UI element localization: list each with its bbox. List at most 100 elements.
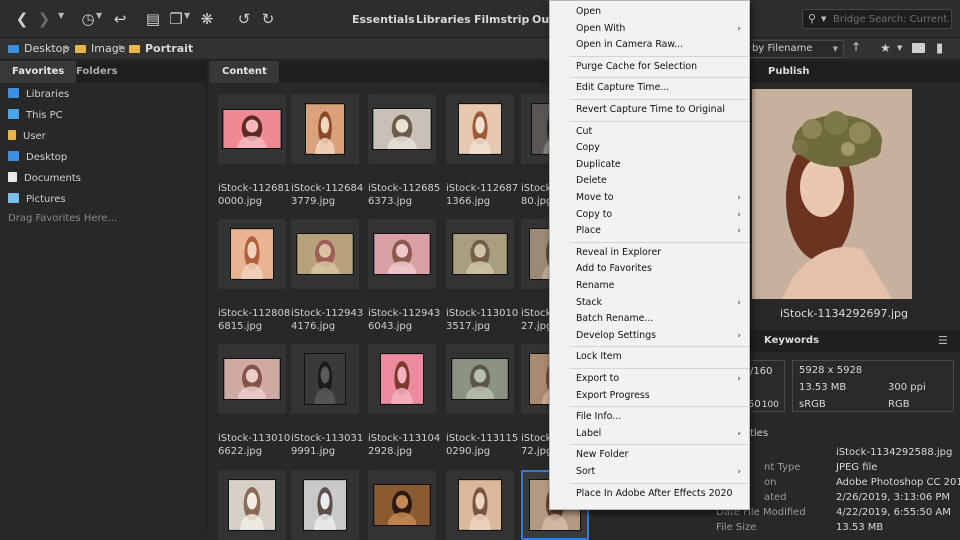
thumbnail-cell[interactable] <box>368 344 436 414</box>
thumbnail-cell[interactable] <box>368 219 436 289</box>
clock-icon[interactable]: ◷ <box>78 9 98 29</box>
recent-files-chevron-icon[interactable]: ▼ <box>96 11 102 20</box>
menu-item-move-to[interactable]: Move to › <box>550 190 749 206</box>
thumbnail-caption[interactable]: iStock-1130103517.jpg <box>446 307 524 333</box>
menu-item-place[interactable]: Place › <box>550 223 749 239</box>
thumbnail-cell[interactable] <box>291 94 359 164</box>
chevron-down-icon[interactable]: ▼ <box>897 44 902 52</box>
thumbnail-caption[interactable]: iStock-1131150290.jpg <box>446 432 524 458</box>
thumbnail-caption[interactable]: iStock-1130319991.jpg <box>291 432 369 458</box>
tab-folders[interactable]: Folders <box>64 61 130 83</box>
menu-item-open[interactable]: Open <box>550 4 749 20</box>
thumbnail-cell[interactable] <box>446 344 514 414</box>
search-field[interactable]: ⚲ ▼ <box>802 9 952 29</box>
thumbnail-cell[interactable] <box>446 94 514 164</box>
breadcrumb-portrait[interactable]: Portrait <box>129 41 193 57</box>
color-profile: sRGB <box>799 399 826 410</box>
camera-raw-icon[interactable]: ❋ <box>197 9 217 29</box>
menu-item-revert-capture-time-to-original[interactable]: Revert Capture Time to Original <box>550 102 749 118</box>
boomerang-icon[interactable]: ↩ <box>110 9 130 29</box>
breadcrumb-separator-icon[interactable]: ▸ <box>119 42 124 53</box>
refine-icon[interactable]: ❐ <box>166 9 186 29</box>
sort-direction-icon[interactable]: ↑ <box>851 40 861 54</box>
thumbnail-caption[interactable]: iStock-1126856373.jpg <box>368 182 446 208</box>
thumbnail-cell[interactable] <box>446 219 514 289</box>
rotate-right-icon[interactable]: ↻ <box>258 9 278 29</box>
menu-item-file-info[interactable]: File Info... <box>550 409 749 425</box>
sort-dropdown[interactable]: by Filename ▼ <box>746 40 844 58</box>
menu-item-purge-cache-for-selection[interactable]: Purge Cache for Selection <box>550 59 749 75</box>
menu-item-sort[interactable]: Sort › <box>550 464 749 480</box>
rotate-left-icon[interactable]: ↺ <box>234 9 254 29</box>
favorite-desktop[interactable]: Desktop <box>8 150 67 166</box>
thumbnail-cell[interactable] <box>446 470 514 540</box>
menu-item-edit-capture-time[interactable]: Edit Capture Time... <box>550 80 749 96</box>
thumbnail-cell[interactable] <box>368 94 436 164</box>
thumbnail-cell[interactable] <box>218 219 286 289</box>
workspace-tab-essentials[interactable]: Essentials <box>347 10 420 29</box>
menu-item-open-with[interactable]: Open With › <box>550 21 749 37</box>
menu-item-reveal-in-explorer[interactable]: Reveal in Explorer <box>550 245 749 261</box>
favorite-libraries[interactable]: Libraries <box>8 87 69 103</box>
thumbnail-caption[interactable]: iStock-1129434176.jpg <box>291 307 369 333</box>
thumbnail-cell[interactable] <box>218 94 286 164</box>
menu-item-copy[interactable]: Copy <box>550 140 749 156</box>
resolution: 300 ppi <box>888 382 926 393</box>
trash-icon[interactable]: ▮ <box>936 41 943 56</box>
panel-menu-icon[interactable]: ☰ <box>938 334 948 347</box>
thumbnail-caption[interactable]: iStock-1126843779.jpg <box>291 182 369 208</box>
preview-image[interactable] <box>752 89 912 299</box>
menu-item-delete[interactable]: Delete <box>550 173 749 189</box>
breadcrumb-desktop[interactable]: Desktop <box>8 41 69 57</box>
recent-folders-chevron-icon[interactable]: ▼ <box>58 11 64 20</box>
tab-keywords[interactable]: Keywords <box>752 330 831 352</box>
menu-item-new-folder[interactable]: New Folder <box>550 447 749 463</box>
menu-item-export-progress[interactable]: Export Progress <box>550 388 749 404</box>
menu-item-place-in-adobe-after-effects-2020[interactable]: Place In Adobe After Effects 2020 <box>550 486 749 502</box>
menu-item-export-to[interactable]: Export to › <box>550 371 749 387</box>
open-recent-icon[interactable]: ★ <box>880 41 891 55</box>
menu-item-lock-item[interactable]: Lock Item <box>550 349 749 365</box>
menu-item-copy-to[interactable]: Copy to › <box>550 207 749 223</box>
menu-item-duplicate[interactable]: Duplicate <box>550 157 749 173</box>
thumbnail-cell[interactable] <box>218 470 286 540</box>
menu-separator <box>570 346 749 348</box>
menu-item-batch-rename[interactable]: Batch Rename... <box>550 311 749 327</box>
thumbnail-caption[interactable]: iStock-1126810000.jpg <box>218 182 296 208</box>
favorite-pictures[interactable]: Pictures <box>8 192 66 208</box>
menu-item-stack[interactable]: Stack › <box>550 295 749 311</box>
new-folder-icon[interactable] <box>912 43 925 53</box>
thumbnail-caption[interactable]: iStock-1126871366.jpg <box>446 182 524 208</box>
search-input[interactable] <box>833 11 949 27</box>
breadcrumb-image[interactable]: Image <box>75 41 125 57</box>
workspace-tab-filmstrip[interactable]: Filmstrip <box>469 10 534 29</box>
search-chevron-icon[interactable]: ▼ <box>821 15 826 23</box>
thumbnail-cell[interactable] <box>291 344 359 414</box>
thumbnail-cell[interactable] <box>368 470 436 540</box>
favorite-this-pc[interactable]: This PC <box>8 108 63 124</box>
thumbnail-cell[interactable] <box>291 219 359 289</box>
camera-icon[interactable]: ▤ <box>143 9 163 29</box>
refine-chevron-icon[interactable]: ▼ <box>184 11 190 20</box>
thumbnail-caption[interactable]: iStock-1130106622.jpg <box>218 432 296 458</box>
favorite-documents[interactable]: Documents <box>8 171 81 187</box>
breadcrumb-separator-icon[interactable]: ▸ <box>65 42 70 53</box>
menu-separator <box>570 120 749 122</box>
menu-item-add-to-favorites[interactable]: Add to Favorites <box>550 261 749 277</box>
menu-item-cut[interactable]: Cut <box>550 124 749 140</box>
tab-content[interactable]: Content <box>210 61 279 83</box>
back-icon[interactable]: ❮ <box>12 9 32 29</box>
favorite-user[interactable]: User <box>8 129 46 145</box>
thumbnail-cell[interactable] <box>218 344 286 414</box>
menu-item-open-in-camera-raw[interactable]: Open in Camera Raw... <box>550 37 749 53</box>
menu-item-develop-settings[interactable]: Develop Settings › <box>550 328 749 344</box>
forward-icon[interactable]: ❯ <box>34 9 54 29</box>
menu-item-rename[interactable]: Rename <box>550 278 749 294</box>
workspace-tab-libraries[interactable]: Libraries <box>411 10 476 29</box>
thumbnail-caption[interactable]: iStock-1128086815.jpg <box>218 307 296 333</box>
thumbnail-caption[interactable]: iStock-1129436043.jpg <box>368 307 446 333</box>
tab-publish[interactable]: Publish <box>756 61 822 83</box>
thumbnail-caption[interactable]: iStock-1131042928.jpg <box>368 432 446 458</box>
thumbnail-cell[interactable] <box>291 470 359 540</box>
menu-item-label[interactable]: Label › <box>550 426 749 442</box>
